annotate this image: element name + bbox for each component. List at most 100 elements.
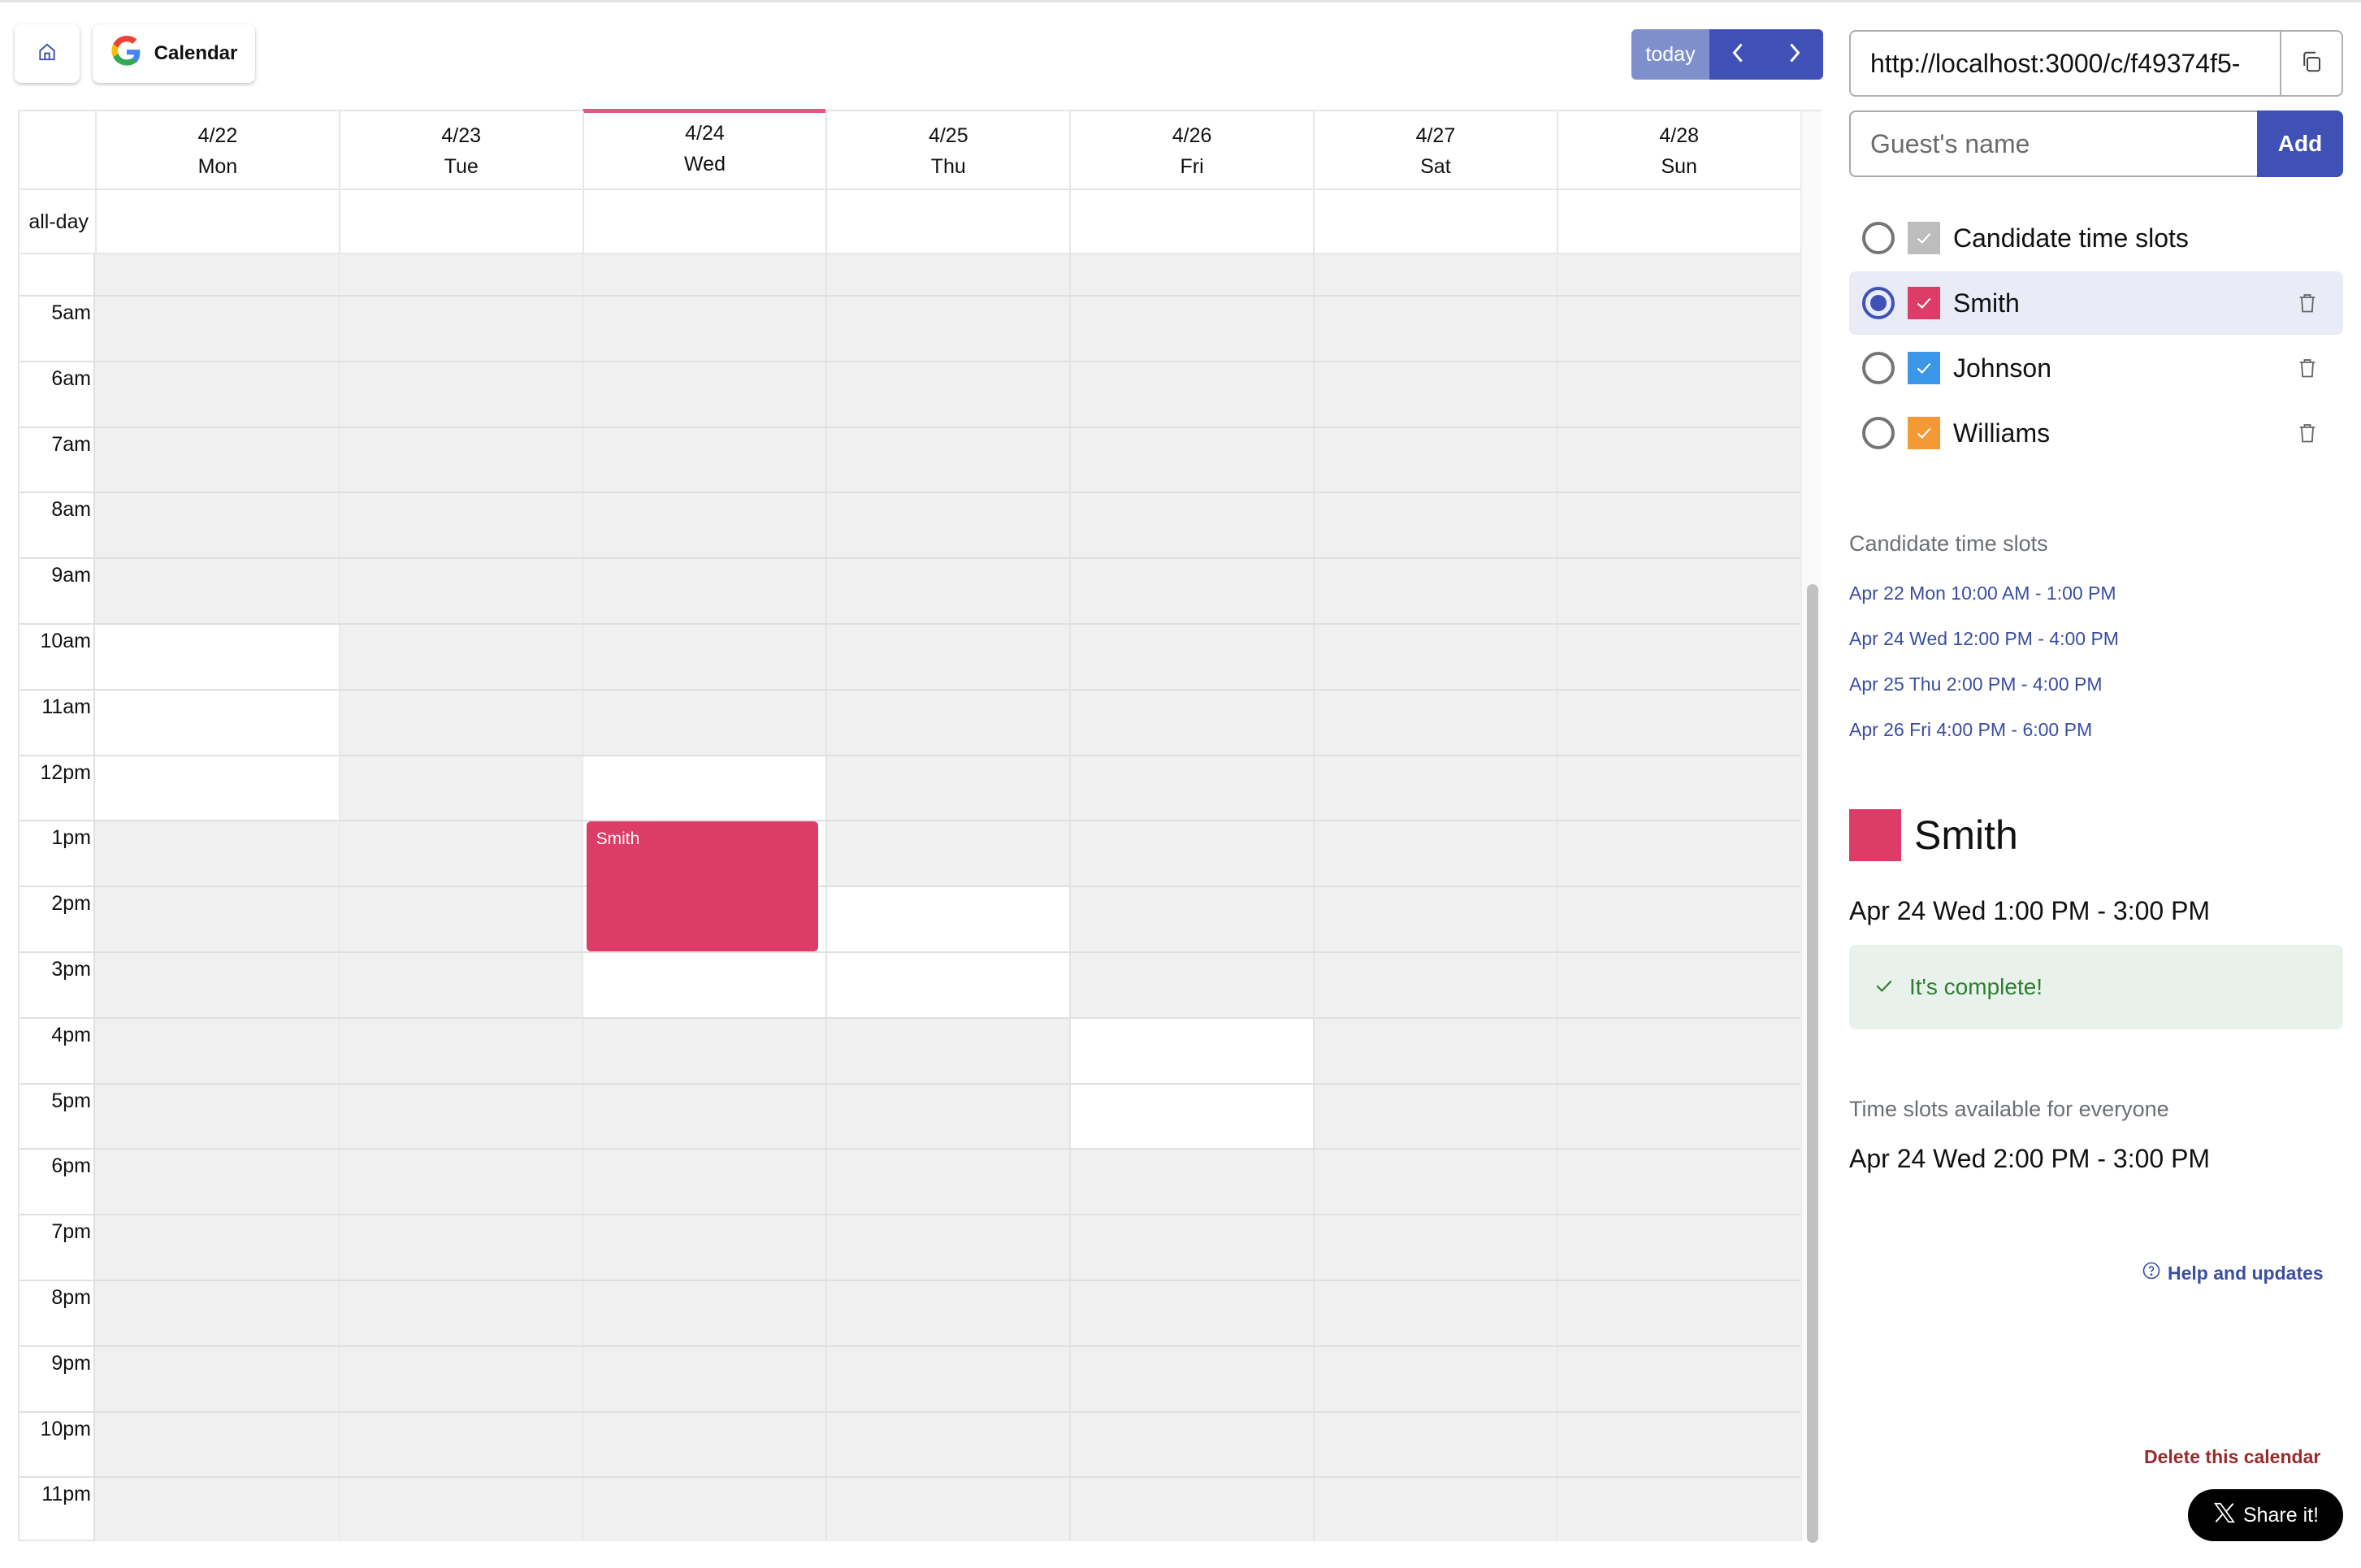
candidate-slot-link[interactable]: Apr 25 Thu 2:00 PM - 4:00 PM [1849,674,2103,695]
day-weekday: Fri [1180,155,1204,178]
guest-select-radio[interactable] [1862,287,1895,319]
date-navigation: today [1631,29,1823,80]
hour-line [19,1016,1800,1019]
hour-line [19,623,1800,626]
check-icon [1874,975,1895,1000]
calendar-button-label: Calendar [154,42,238,64]
home-button[interactable] [15,24,80,83]
google-calendar-button[interactable]: Calendar [93,24,255,83]
time-axis: 5am 6am 7am 8am 9am 10am 11am 12pm 1pm 2pm 3pm 4pm 5… [19,254,95,1541]
guest-name-input[interactable] [1849,110,2257,177]
delete-guest-button[interactable] [2291,352,2324,384]
day-date: 4/28 [1659,124,1700,147]
help-link[interactable]: Help and updates [2142,1261,2324,1285]
guest-visibility-checkbox[interactable] [1908,417,1940,449]
time-label: 1pm [51,826,91,850]
trash-icon [2299,424,2316,443]
share-url-text[interactable]: http://localhost:3000/c/f49374f5- [1851,49,2280,79]
candidate-slot-link[interactable]: Apr 24 Wed 12:00 PM - 4:00 PM [1849,628,2119,650]
scrollbar-thumb[interactable] [1807,584,1818,1544]
guest-row[interactable]: Smith [1849,271,2343,335]
checkmark-icon [1917,297,1931,309]
all-day-cell[interactable] [1556,190,1800,254]
available-slot-block[interactable] [95,623,339,821]
day-weekday: Tue [444,155,479,178]
x-logo-icon [2212,1501,2237,1531]
hour-line [19,820,1800,822]
day-date: 4/22 [197,124,238,147]
everyone-slot: Apr 24 Wed 2:00 PM - 3:00 PM [1849,1144,2211,1173]
hour-line [19,951,1800,954]
hour-line [19,1345,1800,1347]
day-header-sat: 4/27 Sat [1313,111,1557,190]
hour-line [19,1148,1800,1150]
time-label: 7am [51,432,91,456]
time-grid[interactable]: 5am 6am 7am 8am 9am 10am 11am 12pm 1pm 2pm 3pm 4pm 5… [19,254,1800,1541]
delete-guest-button[interactable] [2291,287,2324,319]
time-label: 5am [51,301,91,325]
all-day-cell[interactable] [95,190,339,254]
time-label: 11pm [41,1483,91,1506]
day-divider [1556,254,1558,1541]
hour-line [19,557,1800,560]
all-day-label: all-day [28,210,89,233]
everyone-slots-heading: Time slots available for everyone [1849,1097,2169,1121]
time-label: 11am [41,695,91,718]
day-divider [1069,254,1071,1541]
guest-row[interactable]: Candidate time slots [1849,206,2343,270]
day-date: 4/23 [441,124,482,147]
hour-line [19,492,1800,494]
checkmark-icon [1917,427,1931,439]
guest-select-radio[interactable] [1862,352,1895,384]
day-weekday: Wed [684,153,726,175]
day-date: 4/27 [1415,124,1456,147]
time-label: 9pm [51,1351,91,1375]
guest-row[interactable]: Johnson [1849,336,2343,400]
chevron-left-icon [1729,41,1747,69]
day-divider [825,254,827,1541]
all-day-cell[interactable] [338,190,583,254]
all-day-cell[interactable] [1069,190,1313,254]
time-label: 7pm [51,1220,91,1244]
share-label: Share it! [2242,1503,2320,1527]
candidate-slot-link[interactable]: Apr 26 Fri 4:00 PM - 6:00 PM [1849,719,2092,741]
hour-line [19,886,1800,888]
time-label: 6pm [51,1154,91,1178]
delete-guest-button[interactable] [2291,417,2324,449]
guest-visibility-checkbox[interactable] [1908,222,1940,254]
calendar-header: 4/22 Mon 4/23 Tue 4/24 Wed 4/25 Thu 4/26 Fri 4/27 S… [19,109,1800,190]
time-label: 6am [51,366,91,390]
all-day-cell[interactable] [825,190,1069,254]
guest-visibility-checkbox[interactable] [1908,352,1940,384]
guest-select-radio[interactable] [1862,222,1895,254]
day-weekday: Thu [930,155,966,178]
share-on-x-button[interactable]: Share it! [2188,1489,2343,1541]
delete-calendar-link[interactable]: Delete this calendar [2144,1446,2320,1468]
guest-select-radio[interactable] [1862,417,1895,449]
day-header-fri: 4/26 Fri [1069,111,1313,190]
copy-url-button[interactable] [2280,32,2342,95]
next-week-button[interactable] [1766,29,1823,80]
selected-guest-name: Smith [1914,812,2018,858]
time-label: 10pm [40,1417,91,1440]
guest-name: Williams [1953,418,2051,448]
guest-visibility-checkbox[interactable] [1908,287,1940,319]
day-date: 4/25 [928,124,968,147]
guest-name: Candidate time slots [1953,223,2189,253]
candidate-slot-link[interactable]: Apr 22 Mon 10:00 AM - 1:00 PM [1849,583,2116,604]
all-day-cell[interactable] [1313,190,1557,254]
help-link-label: Help and updates [2168,1262,2324,1284]
add-guest-button[interactable]: Add [2257,110,2343,177]
today-button[interactable]: today [1631,29,1709,80]
hour-line [19,295,1800,297]
time-label: 8pm [51,1286,91,1310]
vertical-scrollbar[interactable] [1800,190,1822,1544]
day-divider [338,254,340,1541]
calendar-event[interactable]: Smith [586,821,819,952]
all-day-cell[interactable] [582,190,826,254]
day-header-mon: 4/22 Mon [95,111,339,190]
selected-guest-color-swatch [1849,809,1901,861]
prev-week-button[interactable] [1709,29,1766,80]
share-url-field: http://localhost:3000/c/f49374f5- [1849,30,2343,97]
guest-row[interactable]: Williams [1849,401,2343,465]
